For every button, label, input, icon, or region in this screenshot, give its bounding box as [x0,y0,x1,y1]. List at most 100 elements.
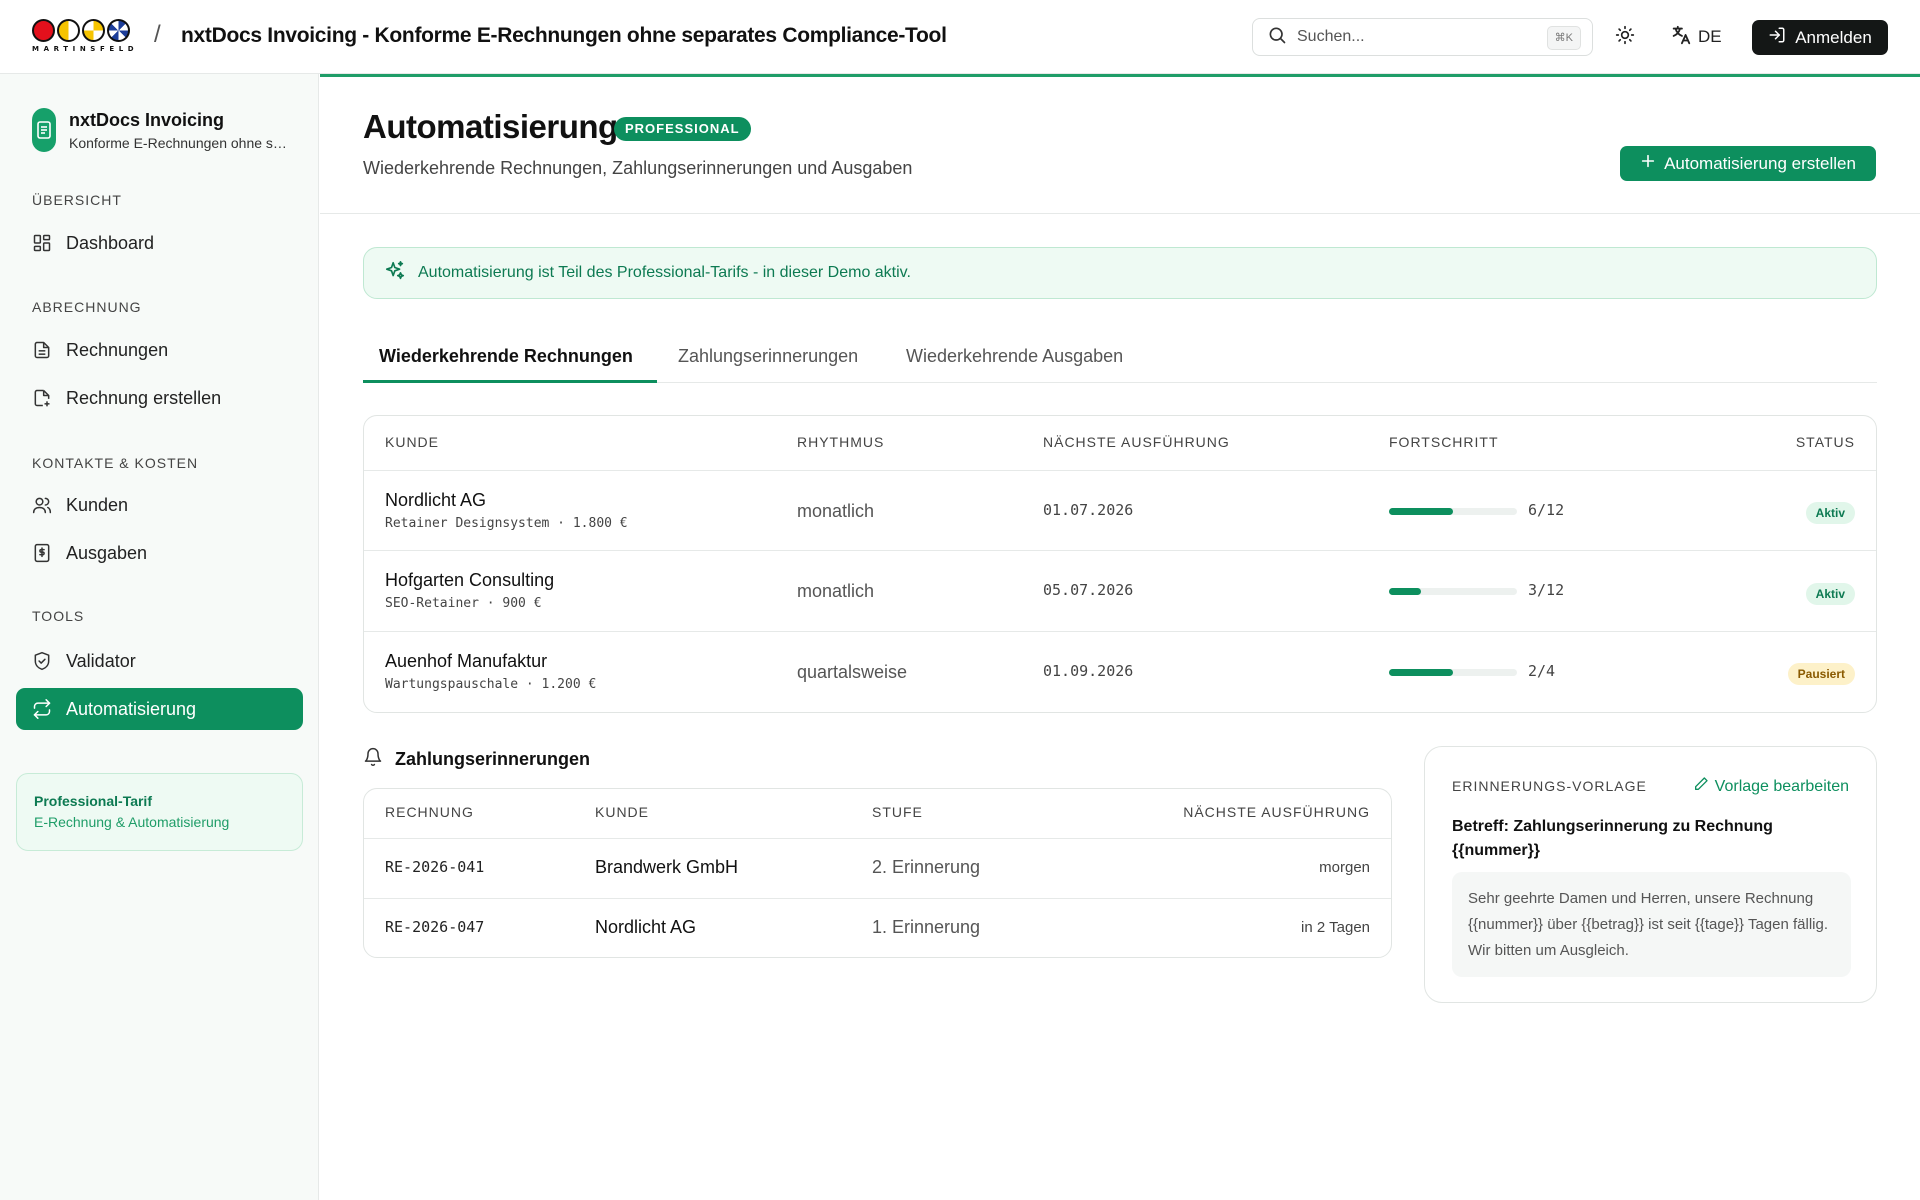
reminders-title: Zahlungserinnerungen [395,749,591,769]
reminders-heading: Zahlungserinnerungen [363,746,590,773]
customer-name: Brandwerk GmbH [595,857,739,877]
sidebar-brand[interactable]: nxtDocs Invoicing Konforme E-Rechnungen … [32,108,291,152]
language-button[interactable]: DE [1670,22,1722,52]
column-header-rechnung: RECHNUNG [385,804,474,820]
tab-wiederkehrende-rechnungen[interactable]: Wiederkehrende Rechnungen [379,346,633,367]
sidebar-item-automatisierung[interactable]: Automatisierung [16,688,303,730]
table-row-customer[interactable]: Nordlicht AG Retainer Designsystem · 1.8… [385,490,628,531]
login-icon [1768,26,1786,49]
progress-label: 6/12 [1528,501,1565,519]
nav-section-kontakte: KONTAKTE & KOSTEN [32,455,199,471]
receipt-icon [32,543,52,563]
accent-line [320,74,1920,77]
sparkles-icon [384,260,406,287]
search-box[interactable]: ⌘K [1252,18,1593,56]
reminder-stage: 1. Erinnerung [872,917,981,937]
progress-bar [1389,588,1517,595]
rhythm: monatlich [797,501,875,521]
invoice-number[interactable]: RE-2026-041 [385,858,484,876]
shield-check-icon [32,651,52,671]
next-run-date: 01.07.2026 [1043,501,1134,519]
sidebar-item-label: Ausgaben [66,542,148,563]
reminder-stage: 2. Erinnerung [872,857,981,877]
customer-name: Hofgarten Consulting [385,570,555,590]
martinsfeld-logo[interactable]: MARTINSFELD [32,19,138,57]
create-automation-button[interactable]: Automatisierung erstellen [1620,146,1876,181]
status-badge: Aktiv [1805,502,1855,524]
app-title[interactable]: nxtDocs Invoicing - Konforme E-Rechnunge… [181,24,947,48]
sun-icon [1615,25,1635,50]
sidebar-item-rechnungen[interactable]: Rechnungen [16,329,303,371]
search-shortcut: ⌘K [1546,26,1581,50]
page-title: Automatisierung [363,108,618,145]
search-input[interactable] [1297,28,1527,46]
table-row-customer[interactable]: Auenhof Manufaktur Wartungspauschale · 1… [385,651,596,692]
next-run-date: 05.07.2026 [1043,581,1134,599]
table-row-customer[interactable]: Hofgarten Consulting SEO-Retainer · 900 … [385,570,554,611]
customer-detail: Wartungspauschale · 1.200 € [385,677,597,692]
sidebar-item-dashboard[interactable]: Dashboard [16,222,303,264]
users-icon [32,495,52,515]
sidebar-item-ausgaben[interactable]: Ausgaben [16,532,303,574]
plan-title: Professional-Tarif [34,793,152,809]
sidebar-item-label: Automatisierung [66,698,197,719]
progress-fill [1389,508,1453,515]
brand-subtitle: Konforme E-Rechnungen ohne separates Com… [69,134,291,151]
progress-label: 2/4 [1528,662,1556,680]
table-divider [364,838,1391,839]
table-divider [364,631,1876,632]
table-divider [364,470,1876,471]
template-label: ERINNERUNGS-VORLAGE [1452,778,1647,794]
next-run: morgen [1319,859,1370,876]
dashboard-icon [32,233,52,253]
customer-detail: SEO-Retainer · 900 € [385,596,542,611]
invoice-number[interactable]: RE-2026-047 [385,918,484,936]
info-banner: Automatisierung ist Teil des Professiona… [363,247,1877,299]
sidebar-item-kunden[interactable]: Kunden [16,484,303,526]
customer-name: Auenhof Manufaktur [385,651,548,671]
nav-section-uebersicht: ÜBERSICHT [32,192,122,208]
repeat-icon [32,699,52,719]
header-divider [320,213,1920,214]
sidebar-item-label: Validator [66,650,136,671]
status-badge: Aktiv [1805,583,1855,605]
bell-icon [363,746,383,773]
progress-fill [1389,669,1453,676]
column-header-status: STATUS [1795,434,1855,450]
column-header-rhythmus: RHYTHMUS [797,434,885,450]
login-button[interactable]: Anmelden [1752,20,1888,55]
brand-name: nxtDocs Invoicing [69,109,225,130]
nav-section-tools: TOOLS [32,608,85,624]
plan-subtitle: E-Rechnung & Automatisierung [34,814,230,830]
reminder-template-card: ERINNERUNGS-VORLAGE Vorlage bearbeiten B… [1424,746,1877,1003]
plus-icon [1640,153,1656,174]
tab-zahlungserinnerungen[interactable]: Zahlungserinnerungen [678,346,858,367]
reminders-table: RECHNUNG KUNDE STUFE NÄCHSTE AUSFÜHRUNG … [363,788,1392,958]
sidebar-item-label: Dashboard [66,232,155,253]
invoice-app-icon [32,108,56,152]
nav-section-abrechnung: ABRECHNUNG [32,299,142,315]
progress-bar [1389,508,1517,515]
language-label: DE [1698,27,1722,46]
next-run-date: 01.09.2026 [1043,662,1134,680]
tab-bar: Wiederkehrende Rechnungen Zahlungserinne… [363,330,1877,383]
search-icon [1267,25,1287,50]
edit-template-label: Vorlage bearbeiten [1714,777,1849,795]
document-icon [32,340,52,360]
sidebar-item-label: Rechnung erstellen [66,387,222,408]
theme-toggle-button[interactable] [1610,22,1640,52]
column-header-kunde: KUNDE [595,804,650,820]
sidebar-item-rechnung-erstellen[interactable]: Rechnung erstellen [16,377,303,419]
top-bar: MARTINSFELD / nxtDocs Invoicing - Konfor… [0,0,1920,74]
edit-template-link[interactable]: Vorlage bearbeiten [1693,776,1849,797]
login-label: Anmelden [1795,27,1872,47]
sidebar-item-label: Rechnungen [66,339,169,360]
sidebar-item-validator[interactable]: Validator [16,640,303,682]
logo-wordmark: MARTINSFELD [32,45,139,53]
plan-card[interactable]: Professional-Tarif E-Rechnung & Automati… [16,773,303,851]
customer-name: Nordlicht AG [595,917,697,937]
tab-wiederkehrende-ausgaben[interactable]: Wiederkehrende Ausgaben [906,346,1123,367]
next-run: in 2 Tagen [1301,919,1370,936]
sidebar: nxtDocs Invoicing Konforme E-Rechnungen … [0,74,319,1200]
customer-detail: Retainer Designsystem · 1.800 € [385,516,628,531]
